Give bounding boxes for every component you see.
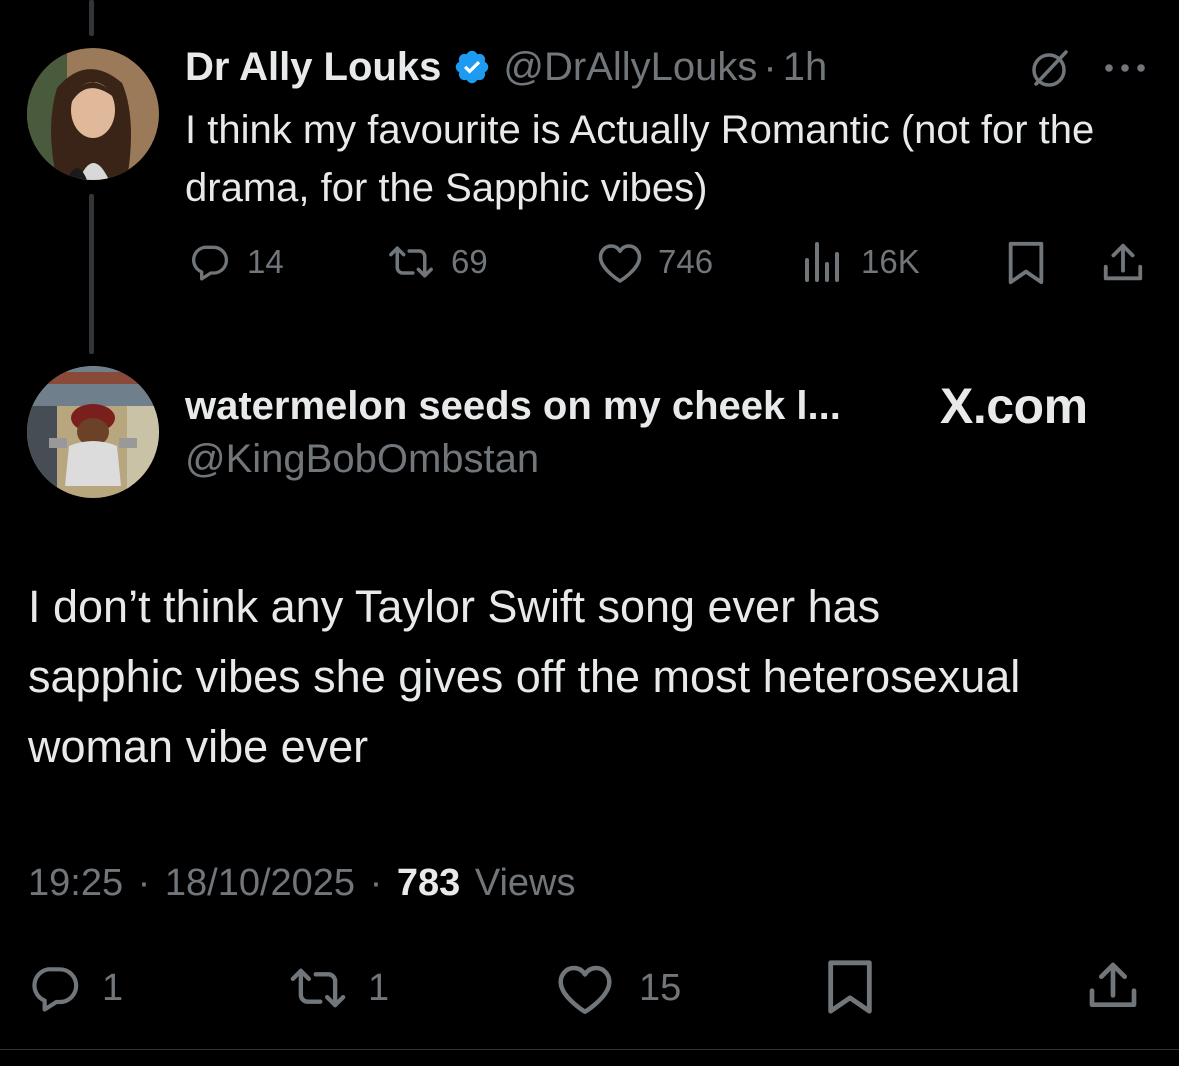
views-count: 16K [861,243,920,280]
repost-icon [385,240,437,284]
share-icon[interactable] [1100,240,1146,286]
repost-count: 69 [451,243,488,280]
repost-button[interactable]: 69 [385,240,488,284]
reply-icon [26,960,82,1016]
verified-badge-icon [453,48,491,86]
repost-icon [286,960,350,1016]
tweet-meta: 19:25 · 18/10/2025 · 783 Views [28,862,576,905]
separator: · [137,862,151,904]
grok-icon[interactable] [1026,46,1072,92]
reply-button[interactable]: 14 [187,240,284,284]
tweet-date[interactable]: 18/10/2025 [165,862,355,904]
tweet-time[interactable]: 19:25 [28,862,123,904]
like-icon [596,240,644,284]
author-name[interactable]: watermelon seeds on my cheek l... [185,381,841,431]
like-button[interactable]: 15 [555,960,681,1016]
bookmark-icon[interactable] [1006,240,1046,286]
repost-count: 1 [368,966,390,1009]
reply-button[interactable]: 1 [26,960,123,1016]
separator: · [763,44,777,89]
share-icon[interactable] [1085,958,1141,1014]
divider [0,1049,1179,1050]
avatar[interactable] [27,48,159,180]
like-button[interactable]: 746 [596,240,713,284]
more-icon[interactable] [1103,58,1147,78]
separator: · [369,862,383,904]
thread-line-top [89,0,94,36]
reply-count: 14 [247,243,284,280]
thread-line-bottom [89,194,94,354]
author-handle[interactable]: @KingBobOmbstan [185,434,539,484]
author-handle[interactable]: @DrAllyLouks [503,45,757,90]
repost-button[interactable]: 1 [286,960,389,1016]
views-icon [803,240,843,284]
reply-count: 1 [102,966,124,1009]
like-count: 15 [639,966,682,1009]
bookmark-icon[interactable] [825,958,875,1016]
views-button[interactable]: 16K [803,240,920,284]
tweet-text: I don’t think any Taylor Swift song ever… [28,581,1021,772]
tweet-time[interactable]: 1h [783,45,828,90]
tweet-text: I think my favourite is Actually Romanti… [185,108,1095,210]
watermark: X.com [940,378,1088,434]
reply-icon [187,240,231,284]
like-count: 746 [658,243,714,280]
like-icon [555,960,615,1016]
views-label: Views [474,862,576,904]
views-count: 783 [396,862,461,904]
avatar[interactable] [27,366,159,498]
author-name[interactable]: Dr Ally Louks [185,45,441,90]
